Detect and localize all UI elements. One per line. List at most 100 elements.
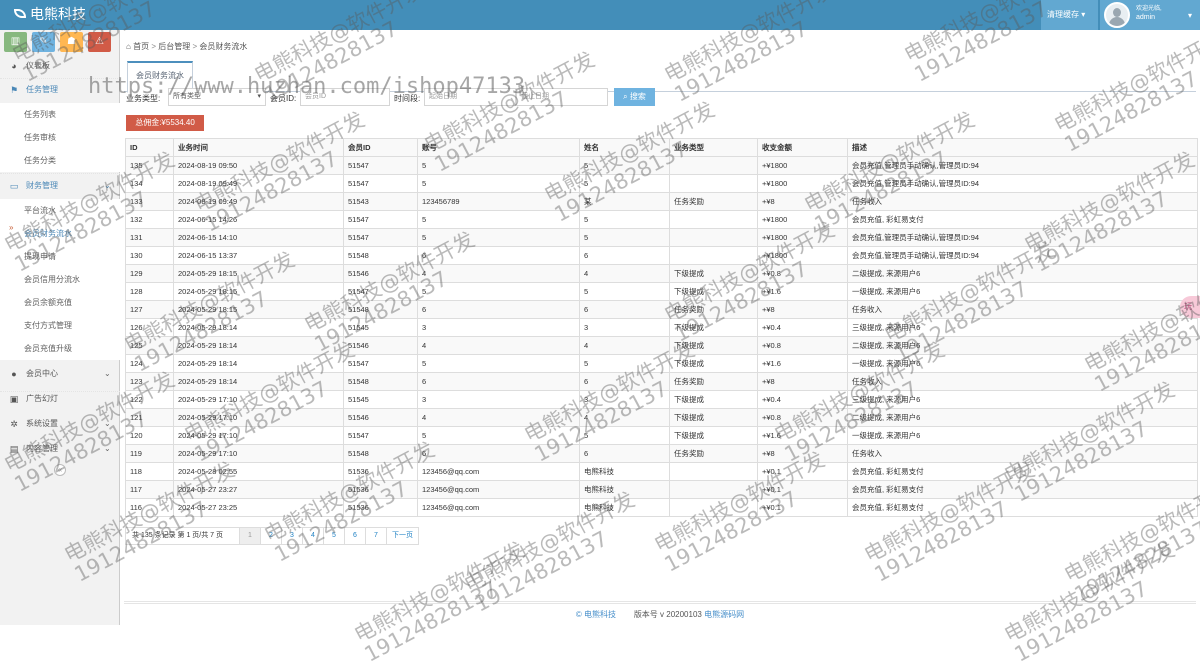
column-header: 业务类型 xyxy=(669,138,758,157)
sidebar-collapse-button[interactable]: « xyxy=(54,464,66,476)
chart-shortcut-button[interactable]: ▥ xyxy=(4,32,27,52)
sidebar-subitem[interactable]: 会员充值升级 xyxy=(0,337,120,360)
floating-helper-button[interactable]: 玩 xyxy=(1180,296,1200,318)
table-cell: 3 xyxy=(417,390,580,409)
table-cell: 117 xyxy=(125,480,174,499)
next-page-button[interactable]: 下一页 xyxy=(387,527,419,545)
table-cell: 5 xyxy=(579,228,670,247)
sidebar-subitem-label: 会员财务流水 xyxy=(24,228,72,238)
footer-source-link[interactable]: 电熊源码网 xyxy=(704,610,744,619)
page-button[interactable]: 2 xyxy=(261,527,282,545)
page-button[interactable]: 4 xyxy=(303,527,324,545)
table-cell: 51548 xyxy=(343,300,418,319)
table-row: 118 2024-05-28 02:55 51536 123456@qq.com 电熊科… xyxy=(125,462,1198,481)
user-menu[interactable]: 欢迎光临, admin ▾ xyxy=(1100,0,1200,30)
sidebar-subitem-label: 任务分类 xyxy=(24,155,56,165)
page-button[interactable]: 3 xyxy=(282,527,303,545)
table-cell: 2024-05-29 18:15 xyxy=(173,282,344,301)
sidebar-subitem[interactable]: 平台流水 xyxy=(0,199,120,222)
table-cell: 135 xyxy=(125,156,174,175)
table-cell: 电熊科技 xyxy=(579,498,670,517)
page-button[interactable]: 1 xyxy=(240,527,261,545)
clear-cache-label: 清理缓存 xyxy=(1047,10,1079,19)
table-cell: 6 xyxy=(579,444,670,463)
column-header: ID xyxy=(125,138,174,157)
column-header: 姓名 xyxy=(579,138,670,157)
page-button[interactable]: 6 xyxy=(345,527,366,545)
table-cell: 126 xyxy=(125,318,174,337)
table-cell: 51547 xyxy=(343,354,418,373)
table-cell: 二级提成, 来源用户6 xyxy=(847,264,1198,283)
table-row: 133 2024-08-19 09:49 51543 123456789 某任务奖励 +¥… xyxy=(125,192,1198,211)
table-cell: 二级提成, 来源用户6 xyxy=(847,336,1198,355)
type-select[interactable]: 所有类型 ▾ xyxy=(168,88,266,106)
sidebar-subitem[interactable]: 任务分类 xyxy=(0,149,120,172)
breadcrumb-level1[interactable]: 后台管理 xyxy=(158,42,190,51)
sidebar-subitem-label: 提现申请 xyxy=(24,251,56,261)
column-header: 收支金额 xyxy=(757,138,848,157)
table-cell: 6 xyxy=(579,372,670,391)
table-cell: 51546 xyxy=(343,408,418,427)
table-cell: 51545 xyxy=(343,318,418,337)
breadcrumb-separator: > xyxy=(192,42,198,51)
breadcrumb-home[interactable]: 首页 xyxy=(133,42,149,51)
end-date-input[interactable]: 截止日期 xyxy=(516,88,608,106)
page-button[interactable]: 7 xyxy=(366,527,387,545)
table-cell: 6 xyxy=(579,246,670,265)
sidebar-subitem[interactable]: 支付方式管理 xyxy=(0,314,120,337)
table-cell: +¥1800 xyxy=(757,228,848,247)
table-cell: 会员充值, 彩虹易支付 xyxy=(847,480,1198,499)
table-cell: +¥0.8 xyxy=(757,408,848,427)
table-cell: 4 xyxy=(579,264,670,283)
sidebar-subitem[interactable]: 会员财务流水 xyxy=(0,222,120,245)
table-cell: 3 xyxy=(579,318,670,337)
table-cell: 51548 xyxy=(343,246,418,265)
table-cell: 会员充值,管理员手动确认,管理员ID:94 xyxy=(847,246,1198,265)
table-cell: 会员充值,管理员手动确认,管理员ID:94 xyxy=(847,156,1198,175)
table-cell: 2024-05-28 02:55 xyxy=(173,462,344,481)
table-cell: 5 xyxy=(579,282,670,301)
table-cell: 51545 xyxy=(343,390,418,409)
table-row: 123 2024-05-29 18:14 51548 6 6 任务奖励 +¥8 任务收入 xyxy=(125,372,1198,391)
divider xyxy=(0,173,120,174)
footer-copyright[interactable]: © 电熊科技 xyxy=(576,610,616,619)
table-row: 116 2024-05-27 23:25 51536 123456@qq.com 电熊科… xyxy=(125,498,1198,517)
sidebar-item-label: 财务管理 xyxy=(26,181,58,190)
table-cell: 5 xyxy=(417,354,580,373)
bell-shortcut-button[interactable]: ⚠ xyxy=(88,32,111,52)
chevron-down-icon: ⌄ xyxy=(104,444,111,453)
table-cell: 127 xyxy=(125,300,174,319)
sidebar-subitem[interactable]: 任务列表 xyxy=(0,103,120,126)
brand-logo[interactable]: 电熊科技 xyxy=(14,5,86,23)
page-button[interactable]: 5 xyxy=(324,527,345,545)
start-date-input[interactable]: 起始日期 xyxy=(424,88,516,106)
table-cell: 5 xyxy=(579,426,670,445)
sidebar-subitem-label: 支付方式管理 xyxy=(24,320,72,330)
sidebar-subitem-label: 会员充值升级 xyxy=(24,343,72,353)
chevron-down-icon: ⌄ xyxy=(104,181,111,190)
table-cell: 51548 xyxy=(343,444,418,463)
chevron-down-icon: ⌄ xyxy=(104,419,111,428)
table-cell: 122 xyxy=(125,390,174,409)
table-cell xyxy=(669,246,758,265)
search-button-label: 搜索 xyxy=(629,92,646,101)
table-cell: 123456789 xyxy=(417,192,580,211)
sidebar-subitem[interactable]: 会员余额充值 xyxy=(0,291,120,314)
search-button[interactable]: ⌕ 搜索 xyxy=(614,88,655,106)
sidebar-subitem[interactable]: 提现申请 xyxy=(0,245,120,268)
sidebar-subitem[interactable]: 会员信用分流水 xyxy=(0,268,120,291)
table-cell: 51547 xyxy=(343,156,418,175)
member-id-input[interactable]: 会员ID xyxy=(300,88,390,106)
table-cell: +¥8 xyxy=(757,372,848,391)
table-cell: 4 xyxy=(417,408,580,427)
users-shortcut-button[interactable]: ☗ xyxy=(60,32,83,52)
sidebar-subitem[interactable]: 任务审核 xyxy=(0,126,120,149)
clear-cache-button[interactable]: 清理缓存 ▾ xyxy=(1041,0,1098,30)
footer-version: 版本号 v 20200103 xyxy=(633,610,702,619)
table-cell: 116 xyxy=(125,498,174,517)
table-cell: 133 xyxy=(125,192,174,211)
bell-icon: ⚠ xyxy=(95,36,104,47)
table-cell: 4 xyxy=(579,336,670,355)
pencil-shortcut-button[interactable]: ✎ xyxy=(32,32,55,52)
table-cell: 下级提成 xyxy=(669,264,758,283)
